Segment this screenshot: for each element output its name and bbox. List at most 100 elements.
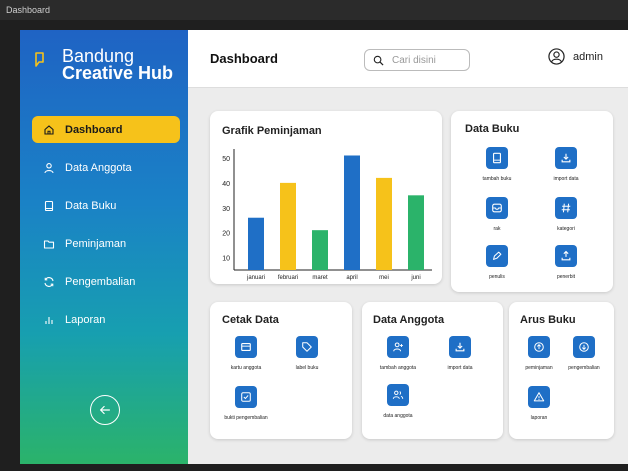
arrow-down-circle-icon (573, 336, 595, 358)
arus-buku-title: Arus Buku (520, 314, 576, 326)
pengembalian-button[interactable]: pengembalian (554, 336, 614, 371)
y-tick-label: 20 (222, 231, 230, 238)
top-header: Dashboard admin (188, 30, 628, 88)
search-input[interactable] (392, 54, 462, 66)
sidebar-item-label: Laporan (65, 313, 106, 326)
sidebar-item-data-buku[interactable]: Data Buku (32, 192, 180, 219)
sidebar-item-laporan[interactable]: Laporan (32, 306, 180, 333)
warning-icon (528, 386, 550, 408)
y-tick-label: 40 (222, 181, 230, 188)
bar-chart-icon (43, 314, 55, 326)
download-icon (555, 147, 577, 169)
tile-label: kategori (557, 226, 575, 232)
x-tick-label: februari (278, 275, 298, 281)
bukti-pengembalian-button[interactable]: bukti pengembalian (216, 386, 276, 421)
tile-label: import data (447, 365, 473, 371)
brand-name: Bandung Creative Hub (62, 47, 174, 83)
tile-label: import data (553, 176, 579, 182)
tile-label: tambah anggota (379, 365, 417, 371)
folder-icon (43, 238, 55, 250)
kategori-button[interactable]: kategori (536, 197, 596, 232)
data-buku-card: Data Buku tambah buku import data rak ka… (451, 111, 613, 292)
user-menu[interactable]: admin (548, 48, 603, 65)
bar-mei (376, 177, 392, 270)
tambah-anggota-button[interactable]: tambah anggota (368, 336, 428, 371)
tile-label: label buku (295, 365, 319, 371)
chart-card: Grafik Peminjaman 10 20 30 40 50 januari febru… (210, 111, 442, 284)
x-tick-label: januari (246, 275, 265, 281)
back-button[interactable] (90, 395, 120, 425)
sidebar-item-dashboard[interactable]: Dashboard (32, 116, 180, 143)
x-tick-label: april (346, 275, 357, 281)
label-buku-button[interactable]: label buku (277, 336, 337, 371)
sidebar-item-label: Dashboard (65, 123, 123, 136)
pen-icon (486, 245, 508, 267)
download-icon (449, 336, 471, 358)
x-tick-label: mei (379, 275, 389, 281)
tag-icon (296, 336, 318, 358)
tile-label: penulis (489, 274, 505, 280)
data-anggota-button[interactable]: data anggota (368, 384, 428, 419)
y-tick-label: 50 (222, 156, 230, 163)
kartu-anggota-button[interactable]: kartu anggota (216, 336, 276, 371)
tile-label: laporan (530, 415, 548, 421)
bar-januari (248, 217, 264, 270)
window-title-bar: Dashboard (0, 0, 628, 20)
tile-label: bukti pengembalian (224, 415, 268, 421)
app-root: Bandung Creative Hub Dashboard Data Angg… (20, 30, 628, 464)
book-icon (486, 147, 508, 169)
rak-button[interactable]: rak (467, 197, 527, 232)
data-buku-title: Data Buku (465, 123, 520, 135)
cetak-data-card: Cetak Data kartu anggota label buku bukt… (210, 302, 352, 439)
window-title: Dashboard (6, 5, 51, 15)
search-icon (373, 55, 384, 66)
home-icon (43, 124, 55, 136)
page-title: Dashboard (210, 51, 278, 66)
y-tick-label: 10 (222, 256, 230, 263)
brand-line-2: Creative Hub (62, 63, 174, 83)
book-icon (43, 200, 55, 212)
check-square-icon (235, 386, 257, 408)
bar-juni (408, 195, 424, 270)
card-icon (235, 336, 257, 358)
tile-label: kartu anggota (230, 365, 262, 371)
loan-bar-chart: 10 20 30 40 50 januari februari maret april mei ju… (222, 149, 432, 281)
inbox-icon (486, 197, 508, 219)
x-tick-label: maret (312, 275, 328, 281)
bar-april (344, 155, 360, 270)
import-data-anggota-button[interactable]: import data (430, 336, 490, 371)
arus-buku-card: Arus Buku peminjaman pengembalian lapora… (509, 302, 614, 439)
laporan-button[interactable]: laporan (509, 386, 569, 421)
x-tick-label: juni (410, 275, 420, 281)
refresh-icon (43, 276, 55, 288)
tile-label: pengembalian (568, 365, 600, 371)
sidebar-item-peminjaman[interactable]: Peminjaman (32, 230, 180, 257)
bar-maret (312, 230, 328, 270)
sidebar-item-pengembalian[interactable]: Pengembalian (32, 268, 180, 295)
cetak-data-title: Cetak Data (222, 314, 279, 326)
user-plus-icon (387, 336, 409, 358)
user-avatar-icon (548, 48, 565, 65)
sidebar-item-label: Data Buku (65, 199, 117, 212)
tile-label: tambah buku (482, 176, 512, 182)
arrow-up-circle-icon (528, 336, 550, 358)
tambah-buku-button[interactable]: tambah buku (467, 147, 527, 182)
app-frame: Bandung Creative Hub Dashboard Data Angg… (0, 20, 628, 471)
import-data-buku-button[interactable]: import data (536, 147, 596, 182)
tile-label: peminjaman (525, 365, 553, 371)
penulis-button[interactable]: penulis (467, 245, 527, 280)
penerbit-button[interactable]: penerbit (536, 245, 596, 280)
sidebar-item-label: Peminjaman (65, 237, 127, 250)
brand[interactable]: Bandung Creative Hub (34, 47, 174, 83)
users-icon (387, 384, 409, 406)
sidebar-nav: Dashboard Data Anggota Data Buku Peminja… (32, 116, 180, 344)
sidebar-item-label: Data Anggota (65, 161, 132, 174)
sidebar-item-data-anggota[interactable]: Data Anggota (32, 154, 180, 181)
data-anggota-title: Data Anggota (373, 314, 445, 326)
sidebar-item-label: Pengembalian (65, 275, 136, 288)
hash-icon (555, 197, 577, 219)
user-icon (43, 162, 55, 174)
tile-label: rak (493, 226, 501, 232)
search-box[interactable] (364, 49, 470, 71)
y-tick-label: 30 (222, 206, 230, 213)
